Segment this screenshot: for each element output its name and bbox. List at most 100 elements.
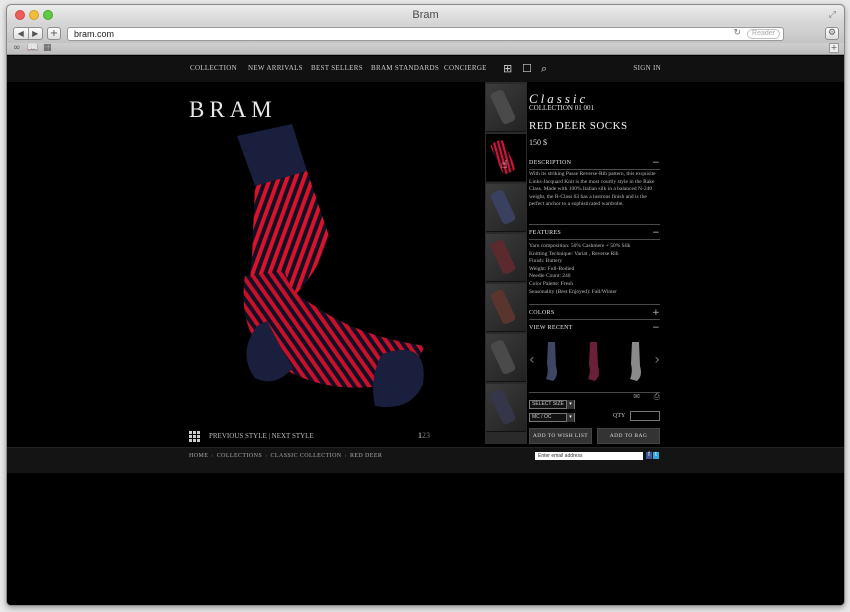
recent-item-2[interactable] [585, 342, 601, 382]
bookmarks-book-icon[interactable]: 📖 [27, 43, 38, 53]
settings-gear-button[interactable]: ⚙ [825, 27, 839, 40]
recent-item-3[interactable] [627, 342, 643, 382]
features-title: FEATURES [529, 230, 562, 236]
thumbnail-6[interactable] [486, 334, 526, 382]
website: COLLECTION NEW ARRIVALS BEST SELLERS BRA… [7, 56, 844, 605]
collapse-description-icon[interactable]: − [652, 159, 660, 168]
divider [529, 304, 660, 305]
email-share-icon[interactable]: ✉ [633, 392, 640, 401]
divider [529, 319, 660, 320]
nav-best-sellers[interactable]: BEST SELLERS [311, 64, 363, 72]
collapse-recent-icon[interactable]: − [652, 324, 660, 333]
sock-toe [373, 349, 424, 408]
grid-view-icon[interactable] [189, 431, 200, 442]
nav-collection[interactable]: COLLECTION [190, 64, 237, 72]
feature-line: Color Palette: Fresh [529, 280, 573, 287]
chevron-down-icon: ▾ [566, 413, 574, 422]
new-tab-button[interactable]: + [47, 27, 61, 40]
add-bookmark-icon[interactable]: + [829, 43, 839, 53]
breadcrumb: HOME › COLLECTIONS › CLASSIC COLLECTION › RED … [189, 453, 383, 459]
chevron-right-icon[interactable]: › [654, 352, 660, 368]
feature-line: Weight: Full-Bodied [529, 265, 575, 272]
feature-line: Needle Count: 240 [529, 273, 571, 280]
thumbnail-7[interactable] [486, 384, 526, 432]
size-select[interactable]: SELECT SIZE ▾ [529, 400, 575, 409]
search-icon[interactable]: ⌕ [541, 62, 547, 76]
breadcrumb-red-deer: RED DEER [349, 453, 383, 459]
add-to-bag-button[interactable]: ADD TO BAG [597, 428, 660, 444]
thumbnail-strip: ☝ [485, 82, 527, 444]
reader-button[interactable]: Reader [747, 29, 780, 39]
image-pager: 123 [418, 431, 430, 440]
sign-in-link[interactable]: SIGN IN [633, 64, 661, 72]
chevron-left-icon[interactable]: ‹ [529, 352, 535, 368]
back-button[interactable]: ◀ [14, 28, 28, 39]
view-recent-title: VIEW RECENT [529, 325, 573, 331]
twitter-icon[interactable]: t [653, 452, 659, 459]
thumbnail-1[interactable] [486, 84, 526, 132]
expand-colors-icon[interactable]: + [652, 309, 660, 318]
description-header[interactable]: DESCRIPTION − [529, 159, 660, 168]
qty-input[interactable] [630, 411, 660, 421]
thumbnail-4[interactable] [486, 234, 526, 282]
thumbnail-2-active[interactable]: ☝ [486, 134, 526, 182]
fullscreen-icon[interactable]: ⤢ [829, 9, 836, 20]
forward-button[interactable]: ▶ [27, 28, 43, 39]
thumbnail-5[interactable] [486, 284, 526, 332]
address-bar[interactable]: bram.com ↻ Reader [67, 27, 784, 41]
divider [529, 392, 660, 393]
shopping-bag-icon[interactable]: ☐ [522, 62, 532, 75]
product-image [237, 124, 425, 408]
prev-next-style-links[interactable]: PREVIOUS STYLE | NEXT STYLE [209, 432, 314, 440]
browser-toolbar: ◀ ▶ + bram.com ↻ Reader ⚙ [7, 25, 844, 43]
reading-list-icon[interactable]: ∞ [13, 43, 21, 53]
history-buttons: ◀ ▶ [13, 27, 43, 40]
feature-line: Finish: Buttery [529, 258, 563, 265]
recent-item-1[interactable] [543, 342, 559, 382]
collection-number: COLLECTION 01 001 [529, 104, 594, 112]
newsletter-email-input[interactable]: Enter email address [535, 452, 643, 460]
nav-bram-standards[interactable]: BRAM STANDARDS [371, 64, 439, 72]
facebook-icon[interactable]: f [646, 452, 652, 459]
description-title: DESCRIPTION [529, 160, 572, 166]
breadcrumb-classic-collection[interactable]: CLASSIC COLLECTION [271, 453, 342, 459]
collapse-features-icon[interactable]: − [652, 229, 660, 238]
top-sites-grid-icon[interactable]: ▦ [43, 43, 52, 53]
divider [529, 224, 660, 225]
add-to-wish-list-button[interactable]: ADD TO WISH LIST [529, 428, 592, 444]
feature-line: Knitting Technique: Variat , Reverse Rib [529, 250, 619, 257]
bookmarks-bar: ∞ 📖 ▦ + [7, 43, 844, 55]
recent-carousel: ‹ › [529, 340, 660, 390]
gift-icon[interactable]: ⊞ [503, 62, 512, 75]
breadcrumb-collections[interactable]: COLLECTIONS [217, 453, 262, 459]
features-header[interactable]: FEATURES − [529, 229, 660, 238]
divider [529, 239, 660, 240]
fit-select-value: MC / OC [532, 414, 552, 420]
fit-select[interactable]: MC / OC ▾ [529, 413, 575, 422]
feature-line: Seasonality (Best Enjoyed): Fall/Winter [529, 288, 617, 295]
nav-concierge[interactable]: CONCIERGE [444, 64, 487, 72]
window-title: Bram [412, 9, 439, 21]
hand-cursor-icon: ☝ [501, 158, 508, 171]
view-recent-header[interactable]: VIEW RECENT − [529, 324, 660, 333]
page-3-link[interactable]: 3 [426, 431, 430, 440]
nav-new-arrivals[interactable]: NEW ARRIVALS [248, 64, 303, 72]
refresh-icon[interactable]: ↻ [733, 28, 741, 38]
colors-header[interactable]: COLORS + [529, 309, 660, 318]
footer-bar: HOME › COLLECTIONS › CLASSIC COLLECTION › RED … [7, 447, 844, 473]
colors-title: COLORS [529, 310, 555, 316]
divider [529, 169, 660, 170]
features-list: Yarn composition: 50% Cashmere + 50% Sil… [529, 243, 660, 296]
description-text: With its striking Passe Reverse-Rib patt… [529, 171, 656, 208]
product-name: RED DEER SOCKS [529, 120, 628, 132]
browser-window: Bram ⤢ ◀ ▶ + bram.com ↻ Reader ⚙ ∞ 📖 ▦ +… [6, 4, 845, 606]
top-navigation: COLLECTION NEW ARRIVALS BEST SELLERS BRA… [7, 56, 844, 82]
thumbnail-3[interactable] [486, 184, 526, 232]
url-text[interactable]: bram.com [74, 29, 114, 39]
chevron-down-icon: ▾ [566, 400, 574, 409]
print-icon[interactable]: ⎙ [654, 392, 660, 402]
gallery-controls: PREVIOUS STYLE | NEXT STYLE 123 [189, 431, 489, 445]
breadcrumb-home[interactable]: HOME [189, 453, 208, 459]
size-select-value: SELECT SIZE [532, 401, 564, 407]
product-price: 150 $ [529, 138, 547, 147]
